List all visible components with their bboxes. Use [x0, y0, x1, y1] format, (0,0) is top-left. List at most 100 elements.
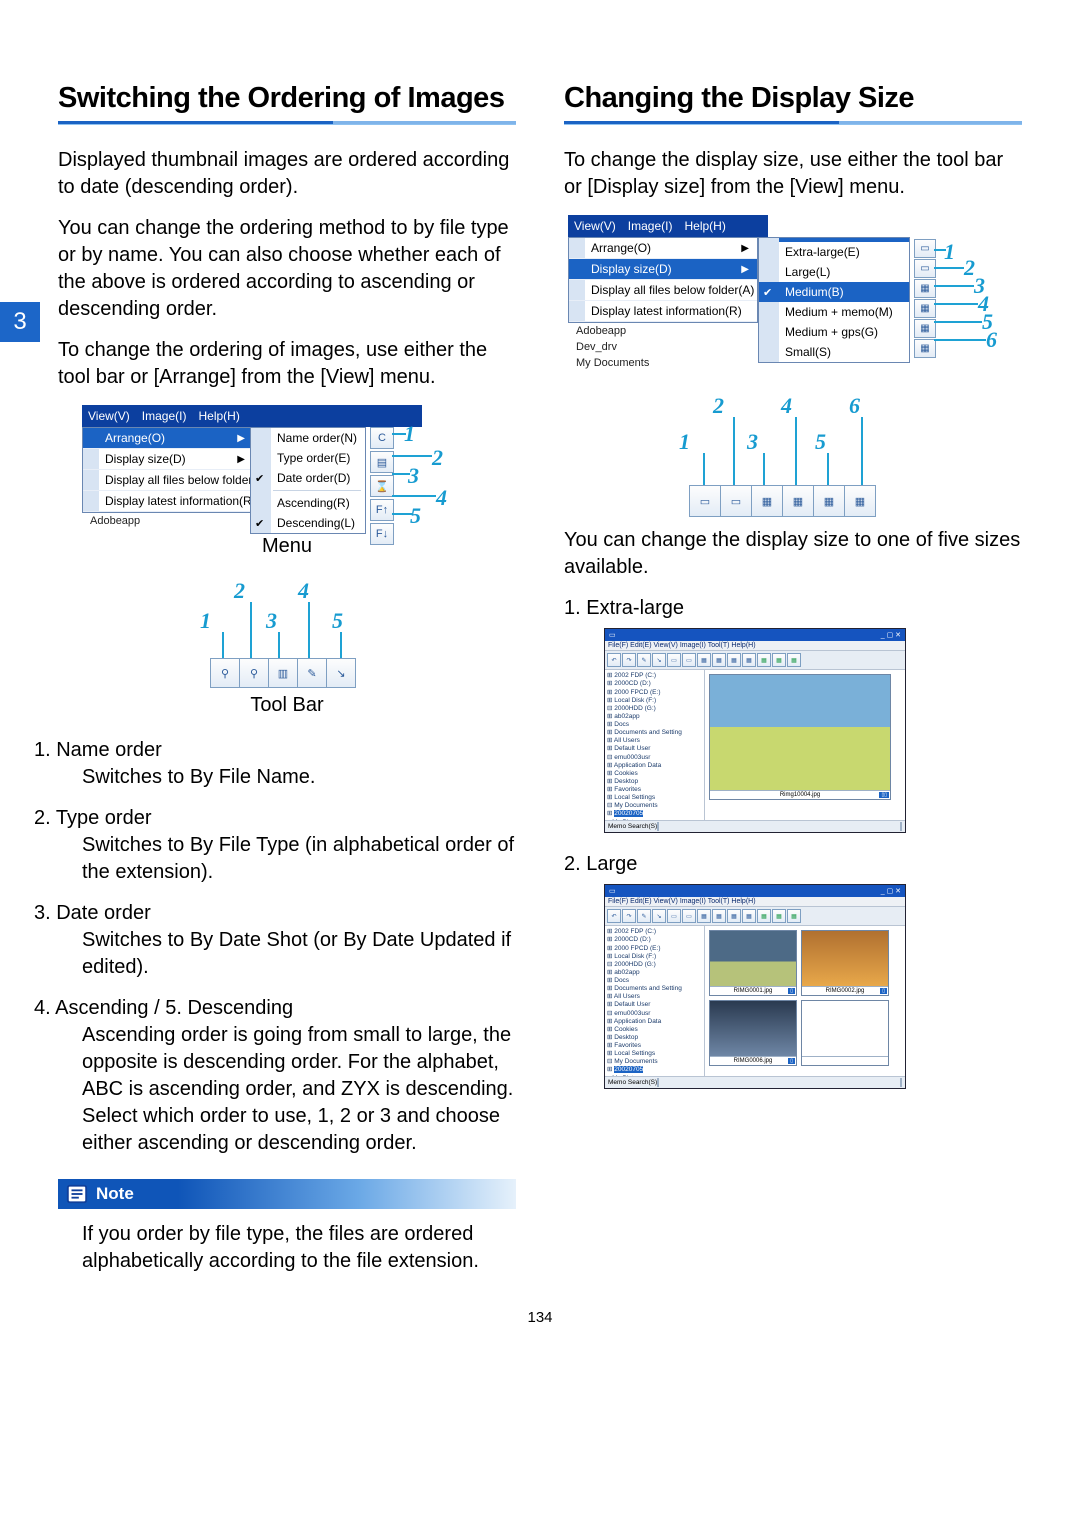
size-s-icon[interactable]: ▦ — [845, 486, 875, 516]
menu-image[interactable]: Image(I) — [628, 219, 673, 233]
submenu-large[interactable]: Large(L) — [759, 262, 909, 282]
item-body: Switches to By File Name. — [82, 766, 315, 788]
menu-item-label: Display size(D) — [105, 452, 186, 466]
sort-desc-icon[interactable]: F↓ — [370, 523, 394, 545]
submenu-arrow-icon: ▶ — [741, 243, 749, 254]
submenu-name-order[interactable]: Name order(N) — [251, 428, 365, 448]
folder-tree[interactable]: ⊞ 2002 FDP (C:)⊞ 2000CD (D:)⊞ 2000 FPCD … — [605, 926, 705, 1076]
submenu-small[interactable]: Small(S) — [759, 342, 909, 362]
size-s-icon[interactable]: ▦ — [914, 339, 936, 358]
submenu-date-order[interactable]: Date order(D) — [251, 468, 365, 488]
callout-tb-5: 5 — [332, 608, 343, 634]
section-rule — [564, 121, 1022, 125]
status-text: Memo Search(S) — [608, 823, 657, 830]
thumbnail-filename: RIMG0002.jpg — [826, 988, 865, 994]
submenu-arrow-icon: ▶ — [237, 454, 245, 465]
toolbar-sort-icons: C ▤ ⌛ F↑ F↓ — [370, 427, 394, 545]
submenu-ascending[interactable]: Ascending(R) — [251, 493, 365, 513]
menu-item-label: Arrange(O) — [591, 241, 651, 255]
thumbnail[interactable]: Rimg10004.jpg▯▯ — [709, 674, 891, 800]
menu-item-arrange[interactable]: Arrange(O) ▶ — [569, 238, 757, 259]
sort-type-icon[interactable]: ▤ — [370, 451, 394, 473]
menu-item-label: Small(S) — [785, 345, 831, 359]
sort-name-icon[interactable]: C — [370, 427, 394, 449]
submenu-type-order[interactable]: Type order(E) — [251, 448, 365, 468]
size-m-icon[interactable]: ▦ — [914, 279, 936, 298]
app-menubar: File(F) Edit(E) View(V) Image(I) Tool(T)… — [605, 897, 905, 907]
submenu-medium-memo[interactable]: Medium + memo(M) — [759, 302, 909, 322]
menu-item-display-all[interactable]: Display all files below folder(A) — [569, 280, 757, 301]
sort-name-icon[interactable]: ⚲ — [211, 659, 240, 687]
size-toolbar-figure: 1 2 3 4 5 6 ▭ ▭ ▦ ▦ ▦ ▦ — [673, 387, 913, 517]
thumbnail[interactable]: RIMG0006.jpg▯ — [709, 1000, 797, 1066]
thumbnail-pane[interactable]: Rimg10004.jpg▯▯ — [705, 670, 905, 820]
decorative-diamond-strip — [58, 40, 1022, 54]
thumbnail-pane[interactable]: RIMG0001.jpg▯ RIMG0002.jpg▯ RIMG0006.jpg… — [705, 926, 905, 1076]
left-column: Switching the Ordering of Images Display… — [58, 82, 516, 1281]
submenu-medium-gps[interactable]: Medium + gps(G) — [759, 322, 909, 342]
app-statusbar: Memo Search(S) — [605, 820, 905, 832]
thumbnail-filename: Rimg10004.jpg — [780, 792, 820, 798]
thumbnail[interactable] — [801, 1000, 889, 1066]
callout-6: 6 — [986, 327, 997, 353]
menu-item-display-latest[interactable]: Display latest information(R) — [83, 491, 253, 512]
menu-help[interactable]: Help(H) — [684, 219, 725, 233]
right-column: Changing the Display Size To change the … — [564, 82, 1022, 1281]
callout-tb-1: 1 — [200, 608, 211, 634]
size-mg-icon[interactable]: ▦ — [914, 319, 936, 338]
menu-item-label: Extra-large(E) — [785, 245, 860, 259]
menu-item-display-size[interactable]: Display size(D) ▶ — [83, 449, 253, 470]
size-xl-icon[interactable]: ▭ — [914, 239, 936, 258]
callout-tb-2: 2 — [234, 578, 245, 604]
note-title: Note — [96, 1184, 134, 1204]
item-body: Ascending order is going from small to l… — [82, 1024, 513, 1154]
ordering-paragraph-2: You can change the ordering method to by… — [58, 215, 516, 323]
menu-view[interactable]: View(V) — [574, 219, 616, 233]
callout-3: 3 — [408, 463, 419, 489]
sort-date-icon[interactable]: ⌛ — [370, 475, 394, 497]
sort-type-icon[interactable]: ⚲ — [240, 659, 269, 687]
item-title: 4. Ascending / 5. Descending — [58, 995, 293, 1022]
sort-desc-icon[interactable]: ↘ — [327, 659, 355, 687]
submenu-extra-large[interactable]: Extra-large(E) — [759, 242, 909, 262]
size-mg-icon[interactable]: ▦ — [814, 486, 845, 516]
callout-4: 4 — [436, 485, 447, 511]
toolbar-caption: Tool Bar — [58, 694, 516, 717]
menu-view[interactable]: View(V) — [88, 409, 130, 423]
menu-help[interactable]: Help(H) — [198, 409, 239, 423]
size-l-icon[interactable]: ▭ — [721, 486, 752, 516]
size-mm-icon[interactable]: ▦ — [914, 299, 936, 318]
menu-item-display-latest[interactable]: Display latest information(R) — [569, 301, 757, 322]
menu-image[interactable]: Image(I) — [142, 409, 187, 423]
arrange-toolbar-figure: 1 2 3 4 5 ⚲ ⚲ ▥ ✎ ↘ — [192, 578, 382, 688]
menu-item-label: Display latest information(R) — [591, 304, 742, 318]
size-toolbar-icons: ▭ ▭ ▦ ▦ ▦ ▦ — [914, 239, 936, 358]
thumbnail[interactable]: RIMG0001.jpg▯ — [709, 930, 797, 996]
ordering-items: 1. Name order Switches to By File Name. … — [58, 737, 516, 1157]
menu-item-arrange[interactable]: Arrange(O) ▶ — [83, 428, 253, 449]
sort-asc-icon[interactable]: F↑ — [370, 499, 394, 521]
size-toolbar: ▭ ▭ ▦ ▦ ▦ ▦ — [689, 485, 876, 517]
note-header: Note — [58, 1179, 516, 1209]
sort-date-icon[interactable]: ▥ — [269, 659, 298, 687]
app-statusbar: Memo Search(S) — [605, 1076, 905, 1088]
menu-item-label: Ascending(R) — [277, 496, 350, 510]
callout-5: 5 — [410, 503, 421, 529]
thumbnail-filename — [844, 1058, 846, 1064]
size-m-icon[interactable]: ▦ — [752, 486, 783, 516]
thumbnail[interactable]: RIMG0002.jpg▯ — [801, 930, 889, 996]
sort-asc-icon[interactable]: ✎ — [298, 659, 327, 687]
callout-tb-1: 1 — [679, 429, 690, 455]
submenu-descending[interactable]: Descending(L) — [251, 513, 365, 533]
submenu-medium[interactable]: Medium(B) — [759, 282, 909, 302]
menu-item-label: Large(L) — [785, 265, 830, 279]
size-xl-icon[interactable]: ▭ — [690, 486, 721, 516]
callout-tb-3: 3 — [747, 429, 758, 455]
menu-item-display-all[interactable]: Display all files below folder(A) — [83, 470, 253, 491]
arrange-submenu: Name order(N) Type order(E) Date order(D… — [250, 427, 366, 534]
size-mm-icon[interactable]: ▦ — [783, 486, 814, 516]
size-l-icon[interactable]: ▭ — [914, 259, 936, 278]
folder-tree[interactable]: ⊞ 2002 FDP (C:)⊞ 2000CD (D:)⊞ 2000 FPCD … — [605, 670, 705, 820]
callout-tb-3: 3 — [266, 608, 277, 634]
menu-item-display-size[interactable]: Display size(D) ▶ — [569, 259, 757, 280]
